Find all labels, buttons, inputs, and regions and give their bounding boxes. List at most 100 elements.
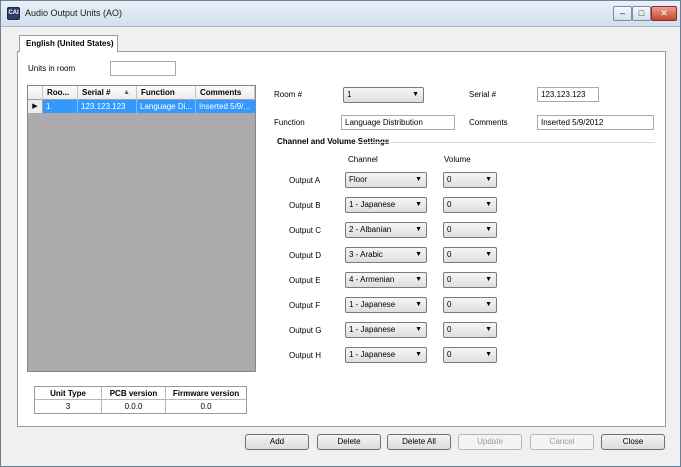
function-input[interactable]: Language Distribution — [341, 115, 455, 130]
output-a-volume-select[interactable]: 0 ▼ — [443, 172, 497, 188]
chevron-down-icon: ▼ — [485, 276, 492, 283]
firmware-version-header: Firmware version — [166, 387, 246, 400]
table-row[interactable]: 1 123.123.123 Language Di... Inserted 5/… — [43, 100, 255, 113]
chevron-down-icon: ▼ — [415, 251, 422, 258]
output-a-channel-select[interactable]: Floor ▼ — [345, 172, 427, 188]
output-a-label: Output A — [289, 176, 321, 185]
output-h-channel-value: 1 - Japanese — [349, 350, 396, 359]
output-f-channel-select[interactable]: 1 - Japanese ▼ — [345, 297, 427, 313]
chevron-down-icon: ▼ — [485, 251, 492, 258]
grid-header-serial-text: Serial # — [82, 88, 111, 97]
comments-input[interactable]: Inserted 5/9/2012 — [537, 115, 654, 130]
chevron-down-icon: ▼ — [485, 176, 492, 183]
chevron-down-icon: ▼ — [415, 276, 422, 283]
output-e-channel-select[interactable]: 4 - Armenian ▼ — [345, 272, 427, 288]
unit-type-value: 3 — [35, 400, 102, 413]
window-title: Audio Output Units (AO) — [25, 8, 123, 18]
close-button[interactable]: Close — [601, 434, 665, 450]
output-d-label: Output D — [289, 251, 322, 260]
update-button[interactable]: Update — [458, 434, 522, 450]
chevron-down-icon: ▼ — [485, 351, 492, 358]
grid-header-serial[interactable]: Serial # ▲ — [78, 86, 137, 100]
output-d-channel-value: 3 - Arabic — [349, 250, 383, 259]
serial-label: Serial # — [469, 90, 497, 99]
room-select[interactable]: 1 ▼ — [343, 87, 424, 103]
output-d-channel-select[interactable]: 3 - Arabic ▼ — [345, 247, 427, 263]
volume-header: Volume — [444, 155, 471, 164]
add-button[interactable]: Add — [245, 434, 309, 450]
maximize-button[interactable]: □ — [632, 6, 651, 21]
output-b-channel-value: 1 - Japanese — [349, 200, 396, 209]
delete-all-button[interactable]: Delete All — [387, 434, 451, 450]
output-e-volume-value: 0 — [447, 275, 452, 284]
chevron-down-icon: ▼ — [485, 201, 492, 208]
output-d-volume-value: 0 — [447, 250, 452, 259]
function-label: Function — [274, 118, 305, 127]
grid-corner — [28, 86, 43, 100]
output-c-volume-value: 0 — [447, 225, 452, 234]
chevron-down-icon: ▼ — [415, 301, 422, 308]
units-in-room-input[interactable] — [110, 61, 176, 76]
pcb-version-header: PCB version — [102, 387, 166, 400]
chevron-down-icon: ▼ — [415, 326, 422, 333]
cancel-button[interactable]: Cancel — [530, 434, 594, 450]
output-f-label: Output F — [289, 301, 321, 310]
units-in-room-label: Units in room — [28, 64, 76, 73]
output-d-volume-select[interactable]: 0 ▼ — [443, 247, 497, 263]
grid-header-room[interactable]: Roo... — [43, 86, 78, 100]
room-select-value: 1 — [347, 90, 352, 99]
row-selector-arrow-icon[interactable]: ▶ — [28, 100, 43, 113]
unit-type-header: Unit Type — [35, 387, 102, 400]
delete-button[interactable]: Delete — [317, 434, 381, 450]
units-grid[interactable]: Roo... Serial # ▲ Function Comments ▶ 1 1… — [27, 85, 256, 372]
chevron-down-icon: ▼ — [415, 226, 422, 233]
close-window-button[interactable]: ✕ — [651, 6, 677, 21]
output-g-channel-select[interactable]: 1 - Japanese ▼ — [345, 322, 427, 338]
output-b-volume-value: 0 — [447, 200, 452, 209]
cell-function: Language Di... — [137, 100, 196, 113]
chevron-down-icon: ▼ — [415, 176, 422, 183]
tab-english[interactable]: English (United States) — [19, 35, 118, 52]
serial-input[interactable]: 123.123.123 — [537, 87, 599, 102]
section-divider — [355, 142, 655, 143]
output-e-channel-value: 4 - Armenian — [349, 275, 395, 284]
cell-serial: 123.123.123 — [78, 100, 137, 113]
output-c-channel-select[interactable]: 2 - Albanian ▼ — [345, 222, 427, 238]
cell-room: 1 — [43, 100, 78, 113]
output-c-channel-value: 2 - Albanian — [349, 225, 392, 234]
output-f-volume-value: 0 — [447, 300, 452, 309]
pcb-version-value: 0.0.0 — [102, 400, 166, 413]
output-b-volume-select[interactable]: 0 ▼ — [443, 197, 497, 213]
chevron-down-icon: ▼ — [485, 301, 492, 308]
output-b-label: Output B — [289, 201, 321, 210]
title-bar[interactable]: CAI Audio Output Units (AO) – □ ✕ — [1, 1, 680, 27]
comments-label: Comments — [469, 118, 508, 127]
firmware-version-value: 0.0 — [200, 402, 212, 411]
minimize-button[interactable]: – — [613, 6, 632, 21]
grid-header: Roo... Serial # ▲ Function Comments — [28, 86, 255, 100]
unit-info-table: Unit Type PCB version Firmware version 3… — [34, 386, 247, 414]
output-f-channel-value: 1 - Japanese — [349, 300, 396, 309]
cell-comments: Inserted 5/9/... — [199, 102, 251, 111]
output-b-channel-select[interactable]: 1 - Japanese ▼ — [345, 197, 427, 213]
output-c-label: Output C — [289, 226, 322, 235]
output-g-volume-value: 0 — [447, 325, 452, 334]
room-label: Room # — [274, 90, 303, 99]
output-c-volume-select[interactable]: 0 ▼ — [443, 222, 497, 238]
chevron-down-icon: ▼ — [485, 326, 492, 333]
main-window: CAI Audio Output Units (AO) – □ ✕ Englis… — [0, 0, 681, 467]
grid-header-function[interactable]: Function — [137, 86, 196, 100]
output-h-volume-value: 0 — [447, 350, 452, 359]
app-logo-icon: CAI — [7, 7, 20, 20]
chevron-down-icon: ▼ — [415, 201, 422, 208]
output-a-volume-value: 0 — [447, 175, 452, 184]
output-f-volume-select[interactable]: 0 ▼ — [443, 297, 497, 313]
grid-header-comments[interactable]: Comments — [196, 86, 255, 100]
chevron-down-icon: ▼ — [415, 351, 422, 358]
output-g-channel-value: 1 - Japanese — [349, 325, 396, 334]
output-e-volume-select[interactable]: 0 ▼ — [443, 272, 497, 288]
output-h-channel-select[interactable]: 1 - Japanese ▼ — [345, 347, 427, 363]
output-h-volume-select[interactable]: 0 ▼ — [443, 347, 497, 363]
output-g-volume-select[interactable]: 0 ▼ — [443, 322, 497, 338]
output-h-label: Output H — [289, 351, 322, 360]
